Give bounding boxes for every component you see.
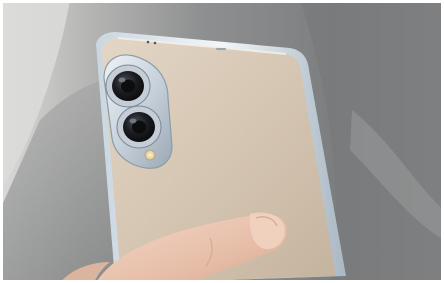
camera-lens-icon	[116, 105, 162, 149]
antenna-line	[216, 48, 226, 50]
mic-hole-icon	[153, 41, 157, 45]
flash-icon	[144, 149, 156, 161]
photo-canvas	[0, 0, 444, 283]
camera-lens-icon	[105, 64, 151, 108]
mic-hole-icon	[146, 40, 150, 44]
product-photo	[0, 0, 444, 283]
